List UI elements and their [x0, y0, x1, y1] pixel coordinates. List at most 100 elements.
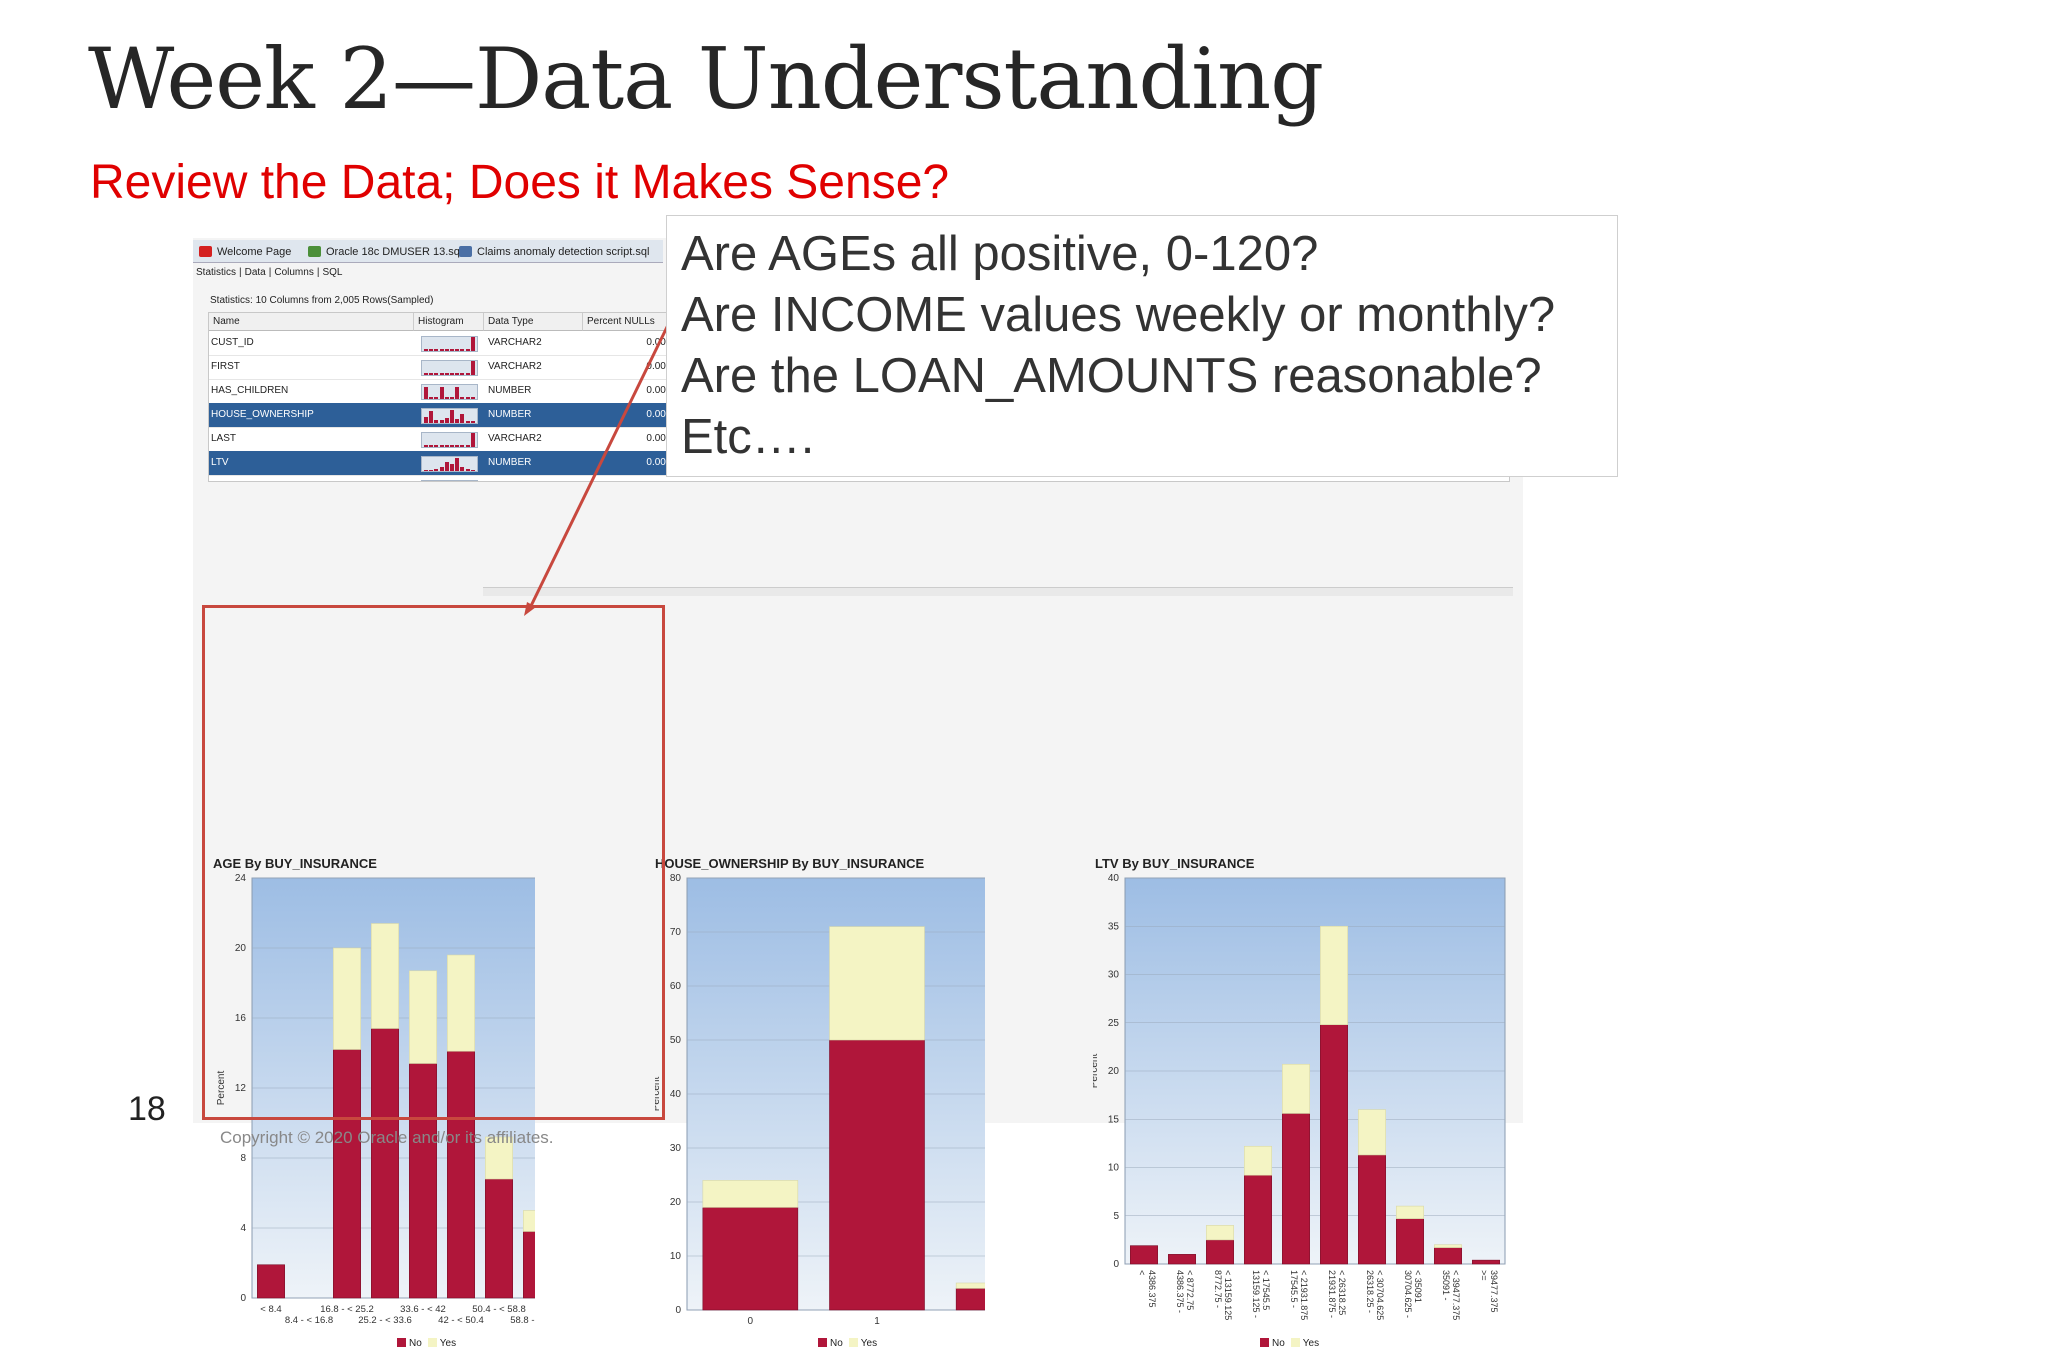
view-subtabs: Statistics | Data | Columns | SQL — [193, 264, 345, 282]
histogram-sparkline — [421, 456, 478, 472]
cell-name: LAST — [211, 433, 237, 444]
y-tick-label: 8 — [240, 1153, 246, 1164]
callout-line-4: Etc…. — [681, 410, 815, 464]
histogram-bar — [434, 445, 439, 447]
histogram-bar — [460, 445, 465, 447]
legend-label-yes: Yes — [439, 1338, 457, 1349]
legend-swatch-no — [397, 1338, 406, 1347]
x-tick-label: < 8.4 — [260, 1304, 281, 1315]
histogram-bar — [450, 373, 454, 375]
horizontal-scrollbar[interactable] — [483, 587, 1513, 596]
callout-box: Are AGEs all positive, 0-120? Are INCOME… — [666, 215, 1618, 477]
chart-legend: No Yes — [812, 1338, 877, 1349]
histogram-bar — [460, 414, 465, 423]
bar-no — [1358, 1154, 1386, 1265]
histogram-bar — [455, 387, 460, 399]
tab-oracle-sql[interactable]: Oracle 18c DMUSER 13.sql — [304, 242, 462, 262]
histogram-bar — [439, 387, 444, 399]
subtab-data[interactable]: Data — [242, 267, 269, 278]
cell-percent-nulls: 0.0000 — [646, 409, 677, 420]
y-tick-label: 15 — [1108, 1114, 1120, 1125]
x-tick-label: < 8772.75 — [1185, 1270, 1195, 1310]
y-tick-label: 35 — [1108, 921, 1120, 932]
histogram-bar — [465, 373, 470, 375]
y-tick-label: 60 — [670, 981, 682, 992]
legend-swatch-no — [1260, 1338, 1269, 1347]
histogram-bar — [460, 397, 465, 399]
cell-name: CUST_ID — [211, 337, 254, 348]
histogram-bar — [460, 467, 465, 471]
histogram-bar — [439, 467, 444, 471]
x-tick-label: < 21931.875 — [1299, 1270, 1309, 1320]
histogram-bar — [450, 349, 454, 351]
histogram-bar — [465, 349, 470, 351]
column-header-name[interactable]: Name — [209, 313, 414, 331]
cell-data-type: VARCHAR2 — [488, 337, 542, 348]
x-tick-label: >= — [1479, 1270, 1489, 1281]
histogram-bar — [460, 373, 465, 375]
histogram-bar — [450, 464, 454, 471]
legend-swatch-yes — [1290, 1338, 1300, 1347]
subtab-statistics[interactable]: Statistics — [193, 267, 239, 278]
bar-yes — [1206, 1225, 1234, 1241]
histogram-bar — [429, 349, 434, 351]
tab-label: Welcome Page — [217, 246, 292, 258]
x-tick-label: 35091 - — [1441, 1270, 1451, 1301]
tab-welcome-page[interactable]: Welcome Page — [195, 242, 291, 262]
x-tick-label: 26318.25 - — [1365, 1270, 1375, 1313]
histogram-bar — [439, 373, 444, 375]
y-tick-label: 5 — [1113, 1211, 1119, 1222]
x-tick-label: 0 — [748, 1316, 754, 1327]
bar-no — [1206, 1239, 1234, 1265]
histogram-bar — [465, 421, 470, 423]
cell-name: FIRST — [211, 361, 240, 372]
bar-no — [1434, 1247, 1462, 1265]
statistics-caption: Statistics: 10 Columns from 2,005 Rows(S… — [210, 295, 434, 306]
cell-name: LTV — [211, 457, 229, 468]
histogram-bar — [470, 337, 475, 351]
bar-no — [1168, 1254, 1196, 1265]
histogram-bar — [424, 373, 428, 375]
cell-data-type: NUMBER — [488, 385, 532, 396]
y-tick-label: 40 — [1108, 873, 1120, 884]
x-tick-label: 4386.375 - — [1175, 1270, 1185, 1313]
bar-no — [485, 1178, 513, 1299]
subtab-sql[interactable]: SQL — [319, 267, 345, 278]
x-tick-label: 16.8 - < 25.2 — [320, 1304, 374, 1315]
legend-label-yes: Yes — [1302, 1338, 1320, 1349]
cell-percent-nulls: 0.0000 — [646, 385, 677, 396]
x-tick-label: 8.4 - < 16.8 — [285, 1315, 333, 1326]
bar-no — [257, 1264, 285, 1299]
chart-legend: No Yes — [1254, 1338, 1319, 1349]
histogram-bar — [470, 397, 475, 399]
histogram-bar — [444, 445, 449, 447]
x-tick-label: < 35091 — [1413, 1270, 1423, 1303]
bar-yes — [523, 1210, 535, 1232]
tab-claims-script[interactable]: Claims anomaly detection script.sql — [455, 242, 649, 262]
bar-yes — [1244, 1145, 1272, 1176]
ltv-chart: 0 5 10 15 20 25 30 35 40 Percent < 4386.375 4386.375… — [1093, 873, 1506, 1320]
x-tick-label: < 30704.625 — [1375, 1270, 1385, 1320]
x-tick-label: 30704.625 - — [1403, 1270, 1413, 1318]
copyright-notice: Copyright © 2020 Oracle and/or its affil… — [220, 1128, 554, 1147]
bar-no — [1282, 1113, 1310, 1265]
cell-percent-nulls: 0.0000 — [646, 361, 677, 372]
column-header-histogram[interactable]: Histogram — [414, 313, 484, 331]
histogram-sparkline — [421, 384, 478, 400]
histogram-bar — [444, 418, 449, 423]
column-header-data-type[interactable]: Data Type — [484, 313, 583, 331]
histogram-bar — [424, 445, 428, 447]
histogram-bar — [434, 469, 439, 471]
x-tick-label: 42 - < 50.4 — [438, 1315, 484, 1326]
histogram-bar — [455, 419, 460, 423]
subtab-columns[interactable]: Columns — [271, 267, 316, 278]
legend-swatch-no — [818, 1338, 827, 1347]
x-tick-label: < 17545.5 — [1261, 1270, 1271, 1310]
x-tick-label: 58.8 - < 67.2 — [510, 1315, 535, 1326]
cell-percent-nulls: 0.0000 — [646, 433, 677, 444]
histogram-bar — [429, 373, 434, 375]
histogram-bar — [455, 373, 460, 375]
cell-data-type: VARCHAR2 — [488, 361, 542, 372]
bar-no — [1130, 1245, 1158, 1265]
histogram-bar — [450, 397, 454, 399]
